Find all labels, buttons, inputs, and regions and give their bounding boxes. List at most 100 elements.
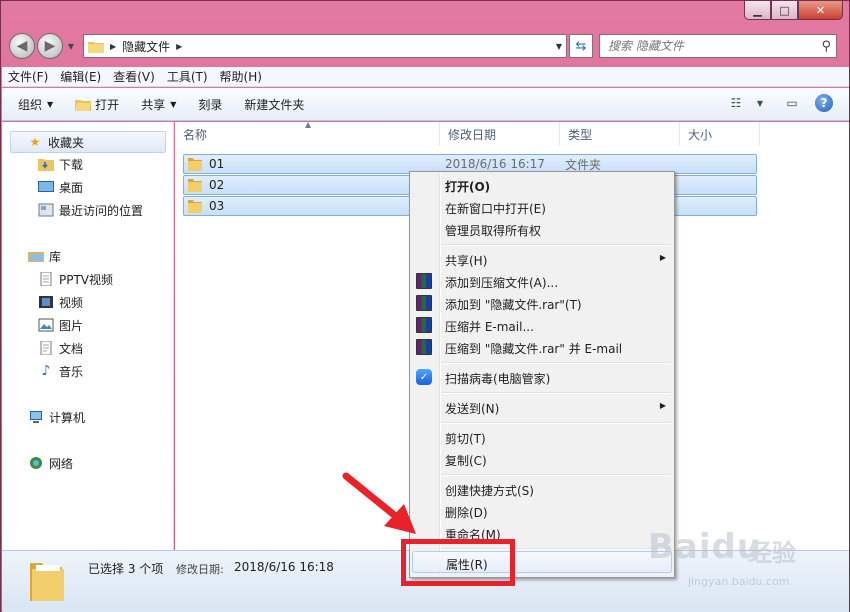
view-dropdown-icon[interactable]: ▼ bbox=[751, 96, 769, 110]
nav-videos[interactable]: 视频 bbox=[38, 292, 83, 312]
menu-item-share[interactable]: 共享(H) ▶ bbox=[412, 248, 672, 270]
view-controls: ☷ ▼ ▭ ? bbox=[721, 94, 833, 112]
nav-network[interactable]: 网络 bbox=[28, 453, 73, 473]
share-button[interactable]: 共享 ▼ bbox=[141, 96, 176, 113]
submenu-arrow-icon: ▶ bbox=[659, 253, 666, 262]
back-button[interactable]: ◀ bbox=[9, 33, 35, 59]
nav-documents[interactable]: 文档 bbox=[38, 338, 83, 358]
command-bar: 组织 ▼ 打开 共享 ▼ 刻录 新建文件夹 ☷ ▼ ▭ ? bbox=[2, 88, 849, 121]
new-folder-button[interactable]: 新建文件夹 bbox=[244, 96, 304, 113]
search-input[interactable] bbox=[608, 39, 808, 53]
nav-favorites[interactable]: ★ 收藏夹 bbox=[10, 131, 166, 153]
address-dropdown-icon[interactable]: ▼ bbox=[556, 42, 562, 51]
menu-label: 发送到(N) bbox=[445, 402, 500, 416]
menu-view[interactable]: 查看(V) bbox=[113, 68, 155, 85]
nav-label: 音乐 bbox=[59, 364, 84, 379]
open-folder-icon bbox=[75, 99, 92, 111]
winrar-icon bbox=[416, 317, 432, 333]
chevron-down-icon: ▼ bbox=[170, 99, 177, 109]
folder-icon bbox=[188, 200, 202, 213]
nav-recent[interactable]: 最近访问的位置 bbox=[38, 200, 143, 220]
menu-item-compress-email[interactable]: 压缩并 E-mail... bbox=[412, 314, 672, 336]
nav-label: PPTV视频 bbox=[59, 272, 114, 287]
address-bar[interactable]: ▶ 隐藏文件 ▶ ▼ bbox=[83, 34, 567, 58]
menu-label: 复制(C) bbox=[445, 454, 487, 468]
column-date[interactable]: 修改日期 bbox=[440, 122, 560, 146]
menu-help[interactable]: 帮助(H) bbox=[220, 68, 262, 85]
menu-item-cut[interactable]: 剪切(T) bbox=[412, 426, 672, 448]
menu-label: 添加到压缩文件(A)... bbox=[445, 276, 559, 290]
nav-label: 图片 bbox=[59, 318, 84, 333]
minimize-button[interactable]: ▁ bbox=[744, 1, 771, 20]
address-row: ◀ ▶ ▼ ▶ 隐藏文件 ▶ ▼ ⇆ ⚲ bbox=[9, 32, 843, 60]
forward-arrow-icon: ▶ bbox=[44, 38, 56, 54]
menu-item-send-to[interactable]: 发送到(N) ▶ bbox=[412, 396, 672, 418]
recent-pages-dropdown[interactable]: ▼ bbox=[65, 36, 77, 56]
menu-tools[interactable]: 工具(T) bbox=[167, 68, 208, 85]
breadcrumb-separator-icon[interactable]: ▶ bbox=[110, 42, 116, 51]
column-label: 大小 bbox=[688, 127, 713, 142]
folder-icon bbox=[88, 41, 104, 53]
close-button[interactable]: ✕ bbox=[798, 1, 843, 20]
video-icon bbox=[39, 296, 53, 308]
file-date: 2018/6/16 16:17 bbox=[445, 157, 545, 171]
refresh-button[interactable]: ⇆ bbox=[569, 34, 593, 58]
winrar-icon bbox=[416, 273, 432, 289]
search-icon[interactable]: ⚲ bbox=[821, 39, 831, 54]
organize-button[interactable]: 组织 ▼ bbox=[18, 96, 53, 113]
menu-item-open[interactable]: 打开(O) bbox=[412, 174, 672, 196]
folder-icon bbox=[30, 563, 64, 601]
preview-pane-icon[interactable]: ▭ bbox=[783, 96, 801, 110]
menu-file[interactable]: 文件(F) bbox=[8, 68, 48, 85]
burn-button[interactable]: 刻录 bbox=[198, 96, 222, 113]
picture-icon bbox=[38, 318, 54, 332]
folder-icon bbox=[188, 158, 202, 171]
submenu-arrow-icon: ▶ bbox=[659, 401, 666, 410]
menu-item-take-ownership[interactable]: 管理员取得所有权 bbox=[412, 218, 672, 240]
column-name[interactable]: 名称 bbox=[175, 122, 440, 146]
nav-label: 最近访问的位置 bbox=[59, 203, 144, 218]
file-name: 01 bbox=[209, 157, 225, 171]
column-label: 名称 bbox=[183, 127, 208, 142]
nav-music[interactable]: ♪ 音乐 bbox=[38, 361, 83, 381]
view-options-icon[interactable]: ☷ bbox=[727, 96, 745, 110]
selection-count: 已选择 3 个项 bbox=[88, 562, 164, 576]
nav-desktop[interactable]: 桌面 bbox=[38, 177, 83, 197]
open-button[interactable]: 打开 bbox=[75, 96, 119, 113]
menu-label: 管理员取得所有权 bbox=[445, 224, 542, 238]
menu-label: 删除(D) bbox=[445, 506, 488, 520]
menu-item-delete[interactable]: 删除(D) bbox=[412, 500, 672, 522]
breadcrumb-item[interactable]: 隐藏文件 bbox=[122, 38, 170, 55]
column-type[interactable]: 类型 bbox=[560, 122, 680, 146]
column-label: 类型 bbox=[568, 127, 593, 142]
menu-item-scan-virus[interactable]: ✓ 扫描病毒(电脑管家) bbox=[412, 366, 672, 388]
menu-item-create-shortcut[interactable]: 创建快捷方式(S) bbox=[412, 478, 672, 500]
menu-item-copy[interactable]: 复制(C) bbox=[412, 448, 672, 470]
nav-libraries[interactable]: 库 bbox=[28, 246, 61, 266]
forward-button[interactable]: ▶ bbox=[37, 33, 63, 59]
menu-separator bbox=[442, 244, 670, 246]
nav-label: 库 bbox=[49, 249, 62, 264]
menu-label: 打开(O) bbox=[445, 180, 491, 194]
menu-item-open-new-window[interactable]: 在新窗口中打开(E) bbox=[412, 196, 672, 218]
breadcrumb-separator-icon[interactable]: ▶ bbox=[176, 42, 182, 51]
help-icon[interactable]: ? bbox=[815, 94, 833, 112]
menu-item-compress-rar-email[interactable]: 压缩到 "隐藏文件.rar" 并 E-mail bbox=[412, 336, 672, 358]
column-label: 修改日期 bbox=[448, 127, 497, 142]
documents-icon bbox=[40, 341, 52, 355]
nav-label: 收藏夹 bbox=[48, 135, 85, 150]
menu-item-add-archive[interactable]: 添加到压缩文件(A)... bbox=[412, 270, 672, 292]
nav-pptv[interactable]: PPTV视频 bbox=[38, 269, 113, 289]
column-size[interactable]: 大小 bbox=[680, 122, 760, 146]
nav-pictures[interactable]: 图片 bbox=[38, 315, 83, 335]
nav-label: 桌面 bbox=[59, 180, 84, 195]
menu-edit[interactable]: 编辑(E) bbox=[60, 68, 101, 85]
search-box[interactable]: ⚲ bbox=[599, 34, 837, 58]
libraries-icon bbox=[28, 252, 44, 262]
menu-item-add-rar[interactable]: 添加到 "隐藏文件.rar"(T) bbox=[412, 292, 672, 314]
maximize-button[interactable]: □ bbox=[771, 1, 798, 20]
nav-computer[interactable]: 计算机 bbox=[28, 407, 85, 427]
nav-downloads[interactable]: 下载 bbox=[38, 154, 83, 174]
menu-label: 创建快捷方式(S) bbox=[445, 484, 534, 498]
menu-bar: 文件(F) 编辑(E) 查看(V) 工具(T) 帮助(H) bbox=[2, 67, 849, 87]
